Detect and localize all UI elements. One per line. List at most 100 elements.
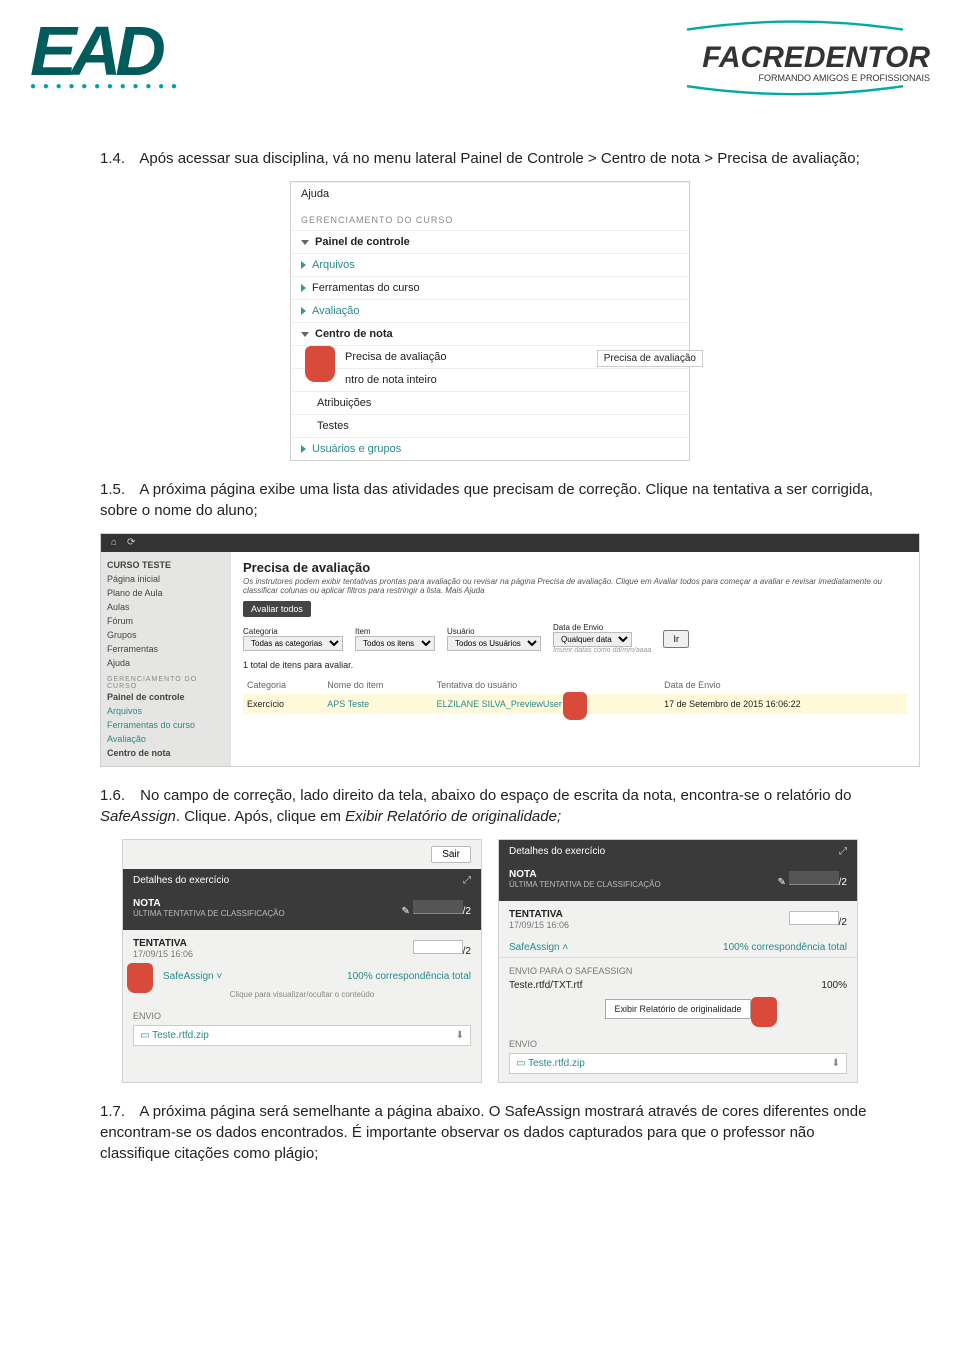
menu-testes[interactable]: Testes [291,414,689,437]
attempts-table: Categoria Nome do item Tentativa do usuá… [243,676,907,714]
tentativa-date: 17/09/15 16:06 [509,920,569,930]
chevron-right-icon [301,284,306,292]
sidebar-item[interactable]: Aulas [107,600,225,614]
expand-icon[interactable]: ⤢ [463,875,471,886]
nota-sublabel: ÚLTIMA TENTATIVA DE CLASSIFICAÇÃO [509,880,661,889]
envio-label: ENVIO [133,1011,471,1021]
page-title: Precisa de avaliação [243,560,907,575]
sidebar-item[interactable]: Fórum [107,614,225,628]
grading-panel-collapsed: Sair Detalhes do exercício ⤢ NOTAÚLTIMA T… [122,839,482,1083]
menu-arquivos[interactable]: Arquivos [291,253,689,276]
sidebar-section: GERENCIAMENTO DO CURSO [107,676,225,690]
filter-go-button[interactable]: Ir [663,630,689,648]
sidebar-item[interactable]: Plano de Aula [107,586,225,600]
filter-label: Data de Envio [553,623,651,632]
filter-label: Item [355,627,435,636]
course-sidebar: CURSO TESTE Página inicial Plano de Aula… [101,552,231,766]
grade-input[interactable] [413,900,463,914]
edit-icon[interactable]: ✎ [777,877,785,888]
filter-item[interactable]: Todos os itens [355,636,435,651]
top-toolbar: ⌂ ⟳ [101,534,919,552]
section-1-5: 1.5. A próxima página exibe uma lista da… [100,479,880,521]
cell-usuario-link[interactable]: ELZILANE SILVA_PreviewUser [437,699,562,709]
detalhes-toggle[interactable]: Detalhes do exercício [133,875,229,886]
filter-categoria[interactable]: Todas as categorias [243,636,343,651]
section-text: A próxima página será semelhante a págin… [100,1103,866,1162]
menu-centro-inteiro[interactable]: ntro de nota inteiro [291,368,689,391]
tentativa-label: TENTATIVA [133,938,187,949]
menu-painel-controle[interactable]: Painel de controle [291,230,689,253]
file-link[interactable]: Teste.rtfd.zip [528,1058,585,1069]
section-1-4: 1.4. Após acessar sua disciplina, vá no … [100,148,880,169]
nota-label: NOTA [133,898,161,909]
th-nome[interactable]: Nome do item [323,676,432,694]
download-icon[interactable]: ⬇ [832,1058,840,1069]
nota-sublabel: ÚLTIMA TENTATIVA DE CLASSIFICAÇÃO [133,909,285,918]
chevron-right-icon [301,307,306,315]
grade-input[interactable] [789,871,839,885]
expand-icon[interactable]: ⤢ [839,846,847,857]
filter-bar: CategoriaTodas as categorias ItemTodos o… [243,623,907,654]
edit-icon[interactable]: ✎ [401,906,409,917]
home-icon[interactable]: ⌂ [111,537,117,549]
file-row[interactable]: ▭ Teste.rtfd.zip ⬇ [509,1053,847,1074]
date-hint: Inserir datas como dd/mm/aaaa [553,647,651,654]
nota-label: NOTA [509,869,537,880]
menu-usuarios[interactable]: Usuários e grupos [291,437,689,460]
section-number: 1.4. [100,148,136,169]
detalhes-toggle[interactable]: Detalhes do exercício [509,846,605,857]
swoosh-icon [660,20,930,36]
safeassign-toggle[interactable]: SafeAssign ˄ [509,942,568,953]
match-percent: 100% correspondência total [347,971,471,982]
file-link[interactable]: Teste.rtfd.zip [152,1030,209,1041]
sidebar-item[interactable]: Painel de controle [107,690,225,704]
exibir-relatorio-button[interactable]: Exibir Relatório de originalidade [605,999,750,1019]
chevron-down-icon [301,240,309,245]
filter-data[interactable]: Qualquer data [553,632,632,647]
menu-ferramentas[interactable]: Ferramentas do curso [291,276,689,299]
envio-safeassign-label: ENVIO PARA O SAFEASSIGN [509,966,847,976]
sidebar-item[interactable]: Página inicial [107,572,225,586]
chevron-down-icon [301,332,309,337]
sa-file-percent: 100% [821,980,847,991]
menu-centro-nota[interactable]: Centro de nota [291,322,689,345]
th-categoria[interactable]: Categoria [243,676,323,694]
filter-label: Categoria [243,627,343,636]
logo-ead: EAD ● ● ● ● ● ● ● ● ● ● ● ● [30,20,200,120]
sidebar-item[interactable]: Centro de nota [107,746,225,760]
grade-max: /2 [463,946,471,957]
sair-button[interactable]: Sair [431,846,471,863]
tentativa-label: TENTATIVA [509,909,563,920]
page-header: EAD ● ● ● ● ● ● ● ● ● ● ● ● FACREDENTOR … [0,0,960,130]
safeassign-toggle[interactable]: SafeAssign ˅ [163,971,222,982]
file-row[interactable]: ▭ Teste.rtfd.zip ⬇ [133,1025,471,1046]
sidebar-item[interactable]: Ferramentas [107,642,225,656]
section-header: GERENCIAMENTO DO CURSO [291,205,689,230]
refresh-icon[interactable]: ⟳ [127,537,135,549]
cell-nome[interactable]: APS Teste [323,694,432,714]
download-icon[interactable]: ⬇ [456,1030,464,1041]
tentativa-date: 17/09/15 16:06 [133,949,193,959]
logo-fac-text: FACREDENTOR [660,41,930,75]
attempt-grade-input[interactable] [413,940,463,954]
attempt-grade-input[interactable] [789,911,839,925]
menu-avaliacao[interactable]: Avaliação [291,299,689,322]
sidebar-item[interactable]: Arquivos [107,704,225,718]
th-data[interactable]: Data de Envio [660,676,907,694]
sidebar-item[interactable]: Ferramentas do curso [107,718,225,732]
menu-precisa-avaliacao[interactable]: Precisa de avaliação Precisa de avaliaçã… [291,345,689,368]
sidebar-item[interactable]: Ajuda [107,656,225,670]
section-number: 1.5. [100,479,136,500]
avaliar-todos-button[interactable]: Avaliar todos [243,601,311,617]
screenshot-pair: Sair Detalhes do exercício⤢ NOTAÚLTIMA T… [100,839,880,1083]
tooltip: Precisa de avaliação [597,350,703,367]
filter-usuario[interactable]: Todos os Usuários [447,636,541,651]
sidebar-course-title[interactable]: CURSO TESTE [107,558,225,572]
menu-ajuda[interactable]: Ajuda [291,182,689,205]
filter-label: Usuário [447,627,541,636]
th-tentativa[interactable]: Tentativa do usuário [433,676,660,694]
sidebar-item[interactable]: Grupos [107,628,225,642]
sidebar-item[interactable]: Avaliação [107,732,225,746]
table-row[interactable]: Exercício APS Teste ELZILANE SILVA_Previ… [243,694,907,714]
menu-atribuicoes[interactable]: Atribuições [291,391,689,414]
